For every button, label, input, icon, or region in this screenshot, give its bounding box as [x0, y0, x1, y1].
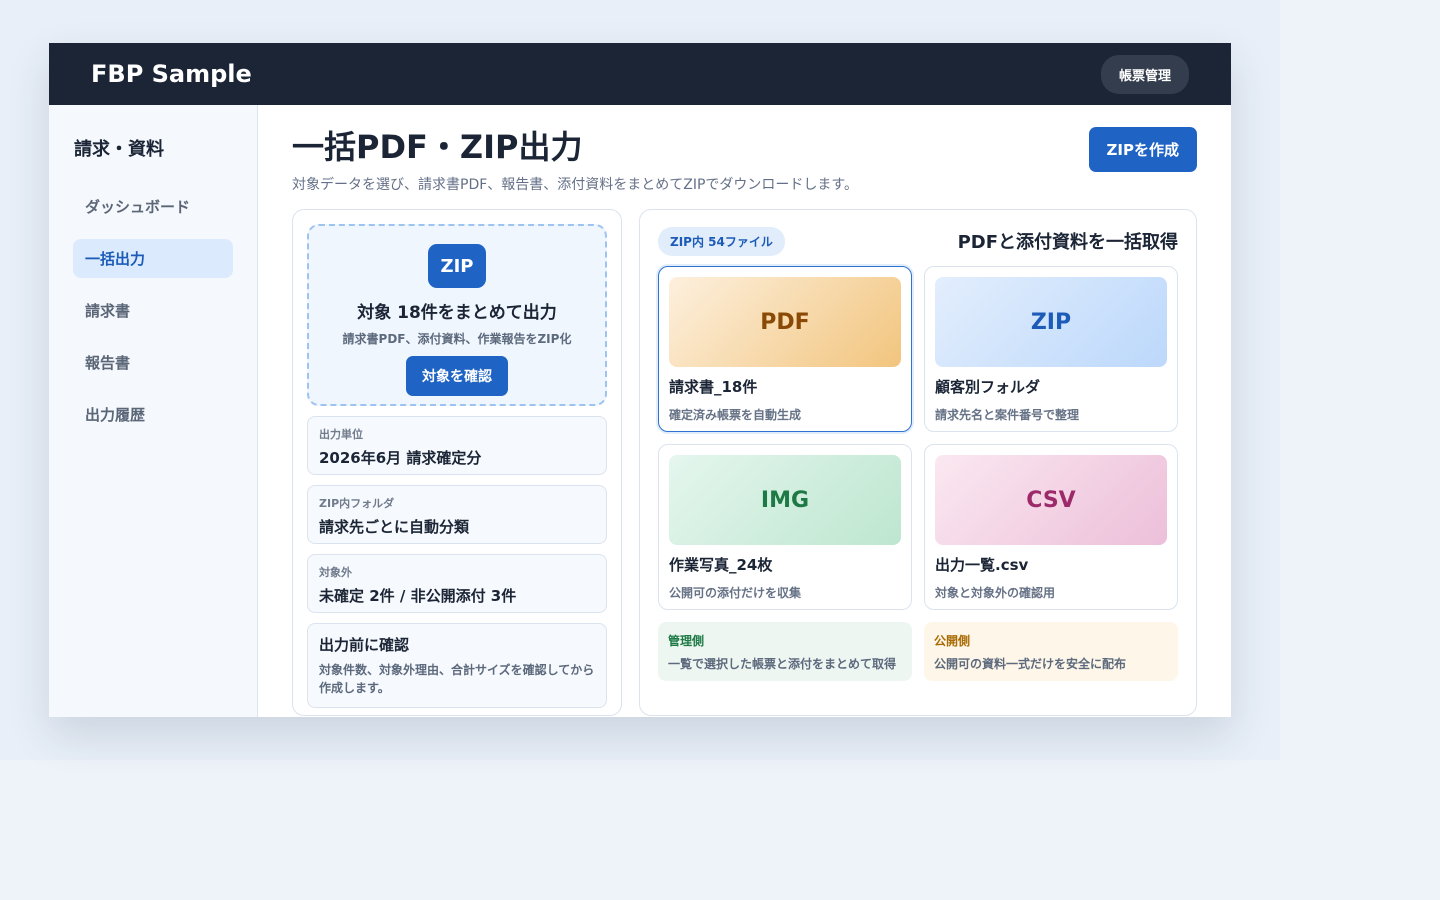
sidebar-title: 請求・資料	[74, 139, 164, 160]
zip-contents-card: ZIP内 54ファイル PDFと添付資料を一括取得 PDF 請求書_18件 確定…	[639, 209, 1197, 716]
create-zip-button[interactable]: ZIPを作成	[1088, 127, 1197, 172]
top-bar: FBP Sample 帳票管理	[49, 43, 1231, 105]
role-text: 公開可の資料一式だけを安全に配布	[934, 657, 1127, 671]
file-card-work-photos[interactable]: IMG 作業写真_24枚 公開可の添付だけを収集	[658, 444, 912, 610]
document-management-button[interactable]: 帳票管理	[1100, 54, 1189, 94]
role-label: 管理側	[668, 634, 705, 648]
public-side-note: 公開側 公開可の資料一式だけを安全に配布	[924, 622, 1178, 681]
file-name: 顧客別フォルダ	[935, 378, 1041, 396]
page-subtitle: 対象データを選び、請求書PDF、報告書、添付資料をまとめてZIPでダウンロードし…	[292, 177, 859, 193]
file-name: 作業写真_24枚	[669, 556, 773, 574]
role-label: 公開側	[934, 634, 971, 648]
info-output-unit: 出力単位 2026年6月 請求確定分	[307, 416, 607, 475]
body-area: 請求・資料 ダッシュボード 一括出力 請求書 報告書 出力履歴 一括PDF・ZI…	[49, 105, 1231, 717]
note-title: 出力前に確認	[319, 636, 410, 654]
image-file-icon: IMG	[669, 455, 901, 545]
dropzone[interactable]: ZIP 対象 18件をまとめて出力 請求書PDF、添付資料、作業報告をZIP化 …	[307, 224, 607, 406]
file-grid: PDF 請求書_18件 確定済み帳票を自動生成 ZIP 顧客別フォルダ 請求先名…	[658, 266, 1178, 610]
brand-title: FBP Sample	[91, 60, 252, 88]
sidebar-item-invoices[interactable]: 請求書	[73, 291, 233, 330]
export-settings-card: ZIP 対象 18件をまとめて出力 請求書PDF、添付資料、作業報告をZIP化 …	[292, 209, 622, 716]
info-label: 出力単位	[319, 428, 363, 441]
info-label: 対象外	[319, 566, 352, 579]
file-name: 出力一覧.csv	[935, 556, 1029, 574]
info-zip-folder: ZIP内フォルダ 請求先ごとに自動分類	[307, 485, 607, 544]
confirm-targets-button[interactable]: 対象を確認	[406, 356, 508, 396]
pdf-file-icon: PDF	[669, 277, 901, 367]
role-text: 一覧で選択した帳票と添付をまとめて取得	[668, 657, 897, 671]
info-excluded: 対象外 未確定 2件 / 非公開添付 3件	[307, 554, 607, 613]
file-description: 確定済み帳票を自動生成	[669, 408, 802, 422]
zip-file-icon: ZIP	[935, 277, 1167, 367]
sidebar-item-bulk-export[interactable]: 一括出力	[73, 239, 233, 278]
content-columns: ZIP 対象 18件をまとめて出力 請求書PDF、添付資料、作業報告をZIP化 …	[292, 209, 1197, 716]
sidebar-item-export-history[interactable]: 出力履歴	[73, 395, 233, 434]
file-card-export-list-csv[interactable]: CSV 出力一覧.csv 対象と対象外の確認用	[924, 444, 1178, 610]
note-text: 対象件数、対象外理由、合計サイズを確認してから作成します。	[319, 663, 595, 695]
file-description: 請求先名と案件番号で整理	[935, 408, 1080, 422]
zip-contents-header: ZIP内 54ファイル PDFと添付資料を一括取得	[658, 226, 1178, 256]
role-row: 管理側 一覧で選択した帳票と添付をまとめて取得 公開側 公開可の資料一式だけを安…	[658, 622, 1178, 681]
file-description: 対象と対象外の確認用	[935, 586, 1056, 600]
info-value: 請求先ごとに自動分類	[319, 518, 470, 536]
file-card-customer-folders[interactable]: ZIP 顧客別フォルダ 請求先名と案件番号で整理	[924, 266, 1178, 432]
sidebar-item-dashboard[interactable]: ダッシュボード	[73, 187, 233, 226]
file-card-invoices-pdf[interactable]: PDF 請求書_18件 確定済み帳票を自動生成	[658, 266, 912, 432]
app-window: FBP Sample 帳票管理 請求・資料 ダッシュボード 一括出力 請求書 報…	[49, 43, 1231, 717]
zip-badge-icon: ZIP	[428, 244, 486, 288]
pre-export-note: 出力前に確認 対象件数、対象外理由、合計サイズを確認してから作成します。	[307, 623, 607, 708]
dropzone-subtitle: 請求書PDF、添付資料、作業報告をZIP化	[342, 332, 572, 346]
zip-contents-title: PDFと添付資料を一括取得	[957, 232, 1178, 253]
file-count-badge: ZIP内 54ファイル	[658, 226, 785, 256]
info-value: 2026年6月 請求確定分	[319, 449, 482, 467]
info-label: ZIP内フォルダ	[319, 497, 395, 510]
sidebar-item-reports[interactable]: 報告書	[73, 343, 233, 382]
info-value: 未確定 2件 / 非公開添付 3件	[319, 587, 517, 605]
file-description: 公開可の添付だけを収集	[669, 586, 802, 600]
file-name: 請求書_18件	[669, 378, 758, 396]
csv-file-icon: CSV	[935, 455, 1167, 545]
admin-side-note: 管理側 一覧で選択した帳票と添付をまとめて取得	[658, 622, 912, 681]
main-content: 一括PDF・ZIP出力 対象データを選び、請求書PDF、報告書、添付資料をまとめ…	[258, 105, 1231, 717]
dropzone-title: 対象 18件をまとめて出力	[357, 303, 557, 323]
sidebar: 請求・資料 ダッシュボード 一括出力 請求書 報告書 出力履歴	[49, 105, 258, 717]
page-title: 一括PDF・ZIP出力	[292, 128, 583, 166]
